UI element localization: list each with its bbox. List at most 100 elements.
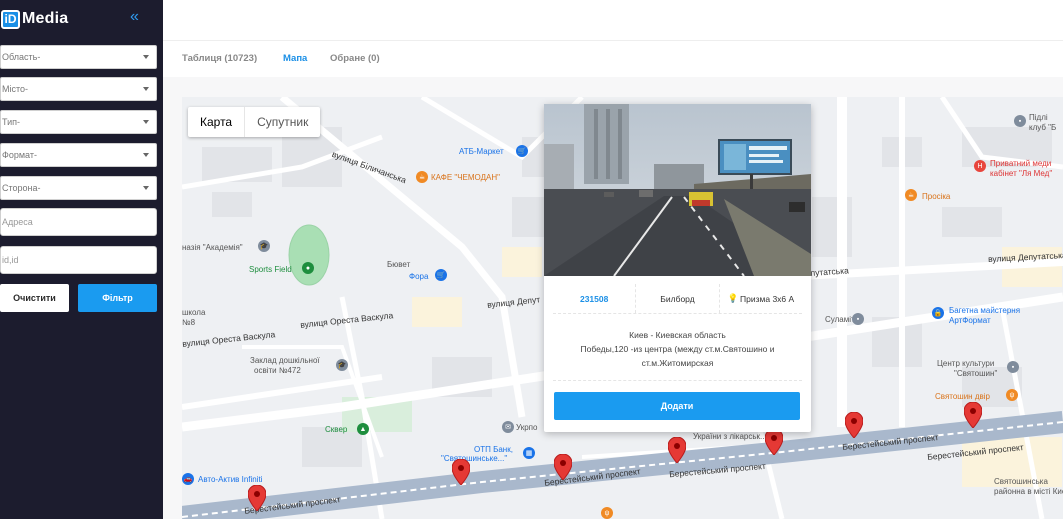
poi-label: "Святошинське..." bbox=[441, 454, 508, 463]
caret-down-icon bbox=[143, 55, 149, 59]
address-input[interactable]: Адресa bbox=[0, 208, 157, 236]
poi-label: Укрпо bbox=[516, 423, 538, 432]
address-input-placeholder: Адресa bbox=[2, 217, 33, 227]
poi-label: Святошинська bbox=[994, 477, 1048, 486]
city-select[interactable]: Місто- bbox=[0, 77, 157, 101]
caret-down-icon bbox=[143, 153, 149, 157]
poi-label: Святошин двір bbox=[935, 392, 990, 401]
map-marker-pin[interactable] bbox=[452, 459, 470, 485]
shop-icon[interactable]: 🔒 bbox=[932, 307, 944, 319]
side-select[interactable]: Сторона- bbox=[0, 176, 157, 200]
poi-label: Sports Field bbox=[249, 265, 292, 274]
restaurant-icon[interactable]: ψ bbox=[601, 507, 613, 519]
poi-label: Центр культури bbox=[937, 359, 995, 368]
clear-button[interactable]: Очистити bbox=[0, 284, 69, 312]
poi-label: освіти №472 bbox=[254, 366, 301, 375]
address-line: ст.м.Житомирская bbox=[641, 358, 714, 368]
caret-down-icon bbox=[143, 87, 149, 91]
shopping-cart-icon[interactable]: 🛒 bbox=[435, 269, 447, 281]
poi-label: Авто-Актив Infiniti bbox=[198, 475, 263, 484]
billboard-info-row: 231508 Билборд 💡 Призма 3х6 А bbox=[553, 284, 802, 314]
poi-label: Багетна майстерня bbox=[949, 306, 1021, 315]
region-select[interactable]: Область- bbox=[0, 45, 157, 69]
map-marker-pin[interactable] bbox=[845, 412, 863, 438]
poi-label: КАФЕ "ЧЕМОДАН" bbox=[431, 173, 500, 182]
format-select-value: Формат- bbox=[2, 150, 37, 160]
poi-label: назія "Академія" bbox=[182, 243, 243, 252]
filter-button[interactable]: Фільтр bbox=[78, 284, 157, 312]
billboard-type: Билборд bbox=[635, 284, 718, 313]
caret-down-icon bbox=[143, 120, 149, 124]
divider bbox=[553, 380, 802, 381]
hospital-icon[interactable]: H bbox=[974, 160, 986, 172]
map-marker-pin[interactable] bbox=[248, 485, 266, 511]
billboard-format: 💡 Призма 3х6 А bbox=[718, 284, 802, 313]
id-input[interactable]: id,id bbox=[0, 246, 157, 274]
region-select-value: Область- bbox=[2, 52, 41, 62]
building-icon[interactable]: ▪ bbox=[1014, 115, 1026, 127]
park-icon[interactable]: ● bbox=[302, 262, 314, 274]
bank-icon[interactable]: ▦ bbox=[523, 447, 535, 459]
billboard-popup: 231508 Билборд 💡 Призма 3х6 А Киев - Кие… bbox=[544, 104, 811, 432]
logo-badge: iD bbox=[1, 9, 20, 29]
poi-label: клуб "Б bbox=[1029, 123, 1057, 132]
format-select[interactable]: Формат- bbox=[0, 143, 157, 167]
tab-table[interactable]: Таблиця (10723) bbox=[182, 53, 257, 64]
poi-label: Просікa bbox=[922, 192, 951, 201]
map-marker-pin[interactable] bbox=[668, 437, 686, 463]
type-select[interactable]: Тип- bbox=[0, 110, 157, 134]
double-chevron-left-icon[interactable]: « bbox=[130, 9, 139, 25]
poi-label: Приватний меди bbox=[990, 159, 1052, 168]
address-line: Победы,120 -из центра (между ст.м.Святош… bbox=[580, 344, 775, 354]
school-icon[interactable]: 🎓 bbox=[336, 359, 348, 371]
type-select-value: Тип- bbox=[2, 117, 20, 127]
map-type-satellite-button[interactable]: Супутник bbox=[245, 107, 320, 137]
building-icon[interactable]: ▪ bbox=[852, 313, 864, 325]
map-marker-pin[interactable] bbox=[765, 429, 783, 455]
poi-label: кабінет "Ля Мед" bbox=[990, 169, 1053, 178]
view-tabs: Таблиця (10723) Мапа Обране (0) bbox=[163, 41, 1063, 77]
poi-label: №8 bbox=[182, 318, 196, 327]
car-icon[interactable]: 🚗 bbox=[182, 473, 194, 485]
mail-icon[interactable]: ✉ bbox=[502, 421, 514, 433]
top-bar bbox=[163, 0, 1063, 41]
poi-label: АртФормат bbox=[949, 316, 991, 325]
map-marker-pin[interactable] bbox=[964, 402, 982, 428]
caret-down-icon bbox=[143, 186, 149, 190]
id-input-placeholder: id,id bbox=[2, 255, 19, 265]
map-marker-pin[interactable] bbox=[554, 454, 572, 480]
tab-favorites[interactable]: Обране (0) bbox=[330, 53, 380, 64]
tree-icon[interactable]: ▲ bbox=[357, 423, 369, 435]
restaurant-icon[interactable]: ψ bbox=[1006, 389, 1018, 401]
poi-label: України з лікарськ... bbox=[693, 432, 767, 441]
billboard-photo bbox=[544, 104, 811, 276]
poi-label: "Святошин" bbox=[954, 369, 998, 378]
lightbulb-icon: 💡 bbox=[727, 293, 739, 303]
poi-label: Фора bbox=[409, 272, 429, 281]
poi-label: АТБ-Маркет bbox=[459, 147, 504, 156]
poi-label: ОТП Банк, bbox=[474, 445, 513, 454]
shopping-cart-icon[interactable]: 🛒 bbox=[516, 145, 528, 157]
school-icon[interactable]: 🎓 bbox=[258, 240, 270, 252]
map-type-map-button[interactable]: Карта bbox=[188, 107, 246, 137]
tab-map[interactable]: Мапа bbox=[283, 53, 307, 64]
city-select-value: Місто- bbox=[2, 84, 29, 94]
poi-label: школа bbox=[182, 308, 206, 317]
building-icon[interactable]: ▪ bbox=[1007, 361, 1019, 373]
poi-label: Заклад дошкільної bbox=[250, 356, 320, 365]
sidebar: iD Media « Область- Місто- Тип- Формат- … bbox=[0, 0, 163, 519]
poi-label: Підлі bbox=[1029, 113, 1048, 122]
poi-label: Сквер bbox=[325, 425, 348, 434]
cafe-icon[interactable]: ☕ bbox=[416, 171, 428, 183]
billboard-address: Киев - Киевская область Победы,120 -из ц… bbox=[553, 328, 802, 370]
brand-logo[interactable]: iD Media bbox=[0, 8, 68, 30]
cafe-icon[interactable]: ☕ bbox=[905, 189, 917, 201]
billboard-format-label: Призма 3х6 А bbox=[740, 293, 795, 304]
address-line: Киев - Киевская область bbox=[629, 330, 726, 340]
poi-label: районна в місті Києві bbox=[994, 487, 1063, 496]
billboard-id[interactable]: 231508 bbox=[553, 284, 635, 313]
side-select-value: Сторона- bbox=[2, 183, 41, 193]
add-button[interactable]: Додати bbox=[554, 392, 800, 420]
logo-name: Media bbox=[22, 10, 69, 27]
poi-label: Бювет bbox=[387, 260, 411, 269]
